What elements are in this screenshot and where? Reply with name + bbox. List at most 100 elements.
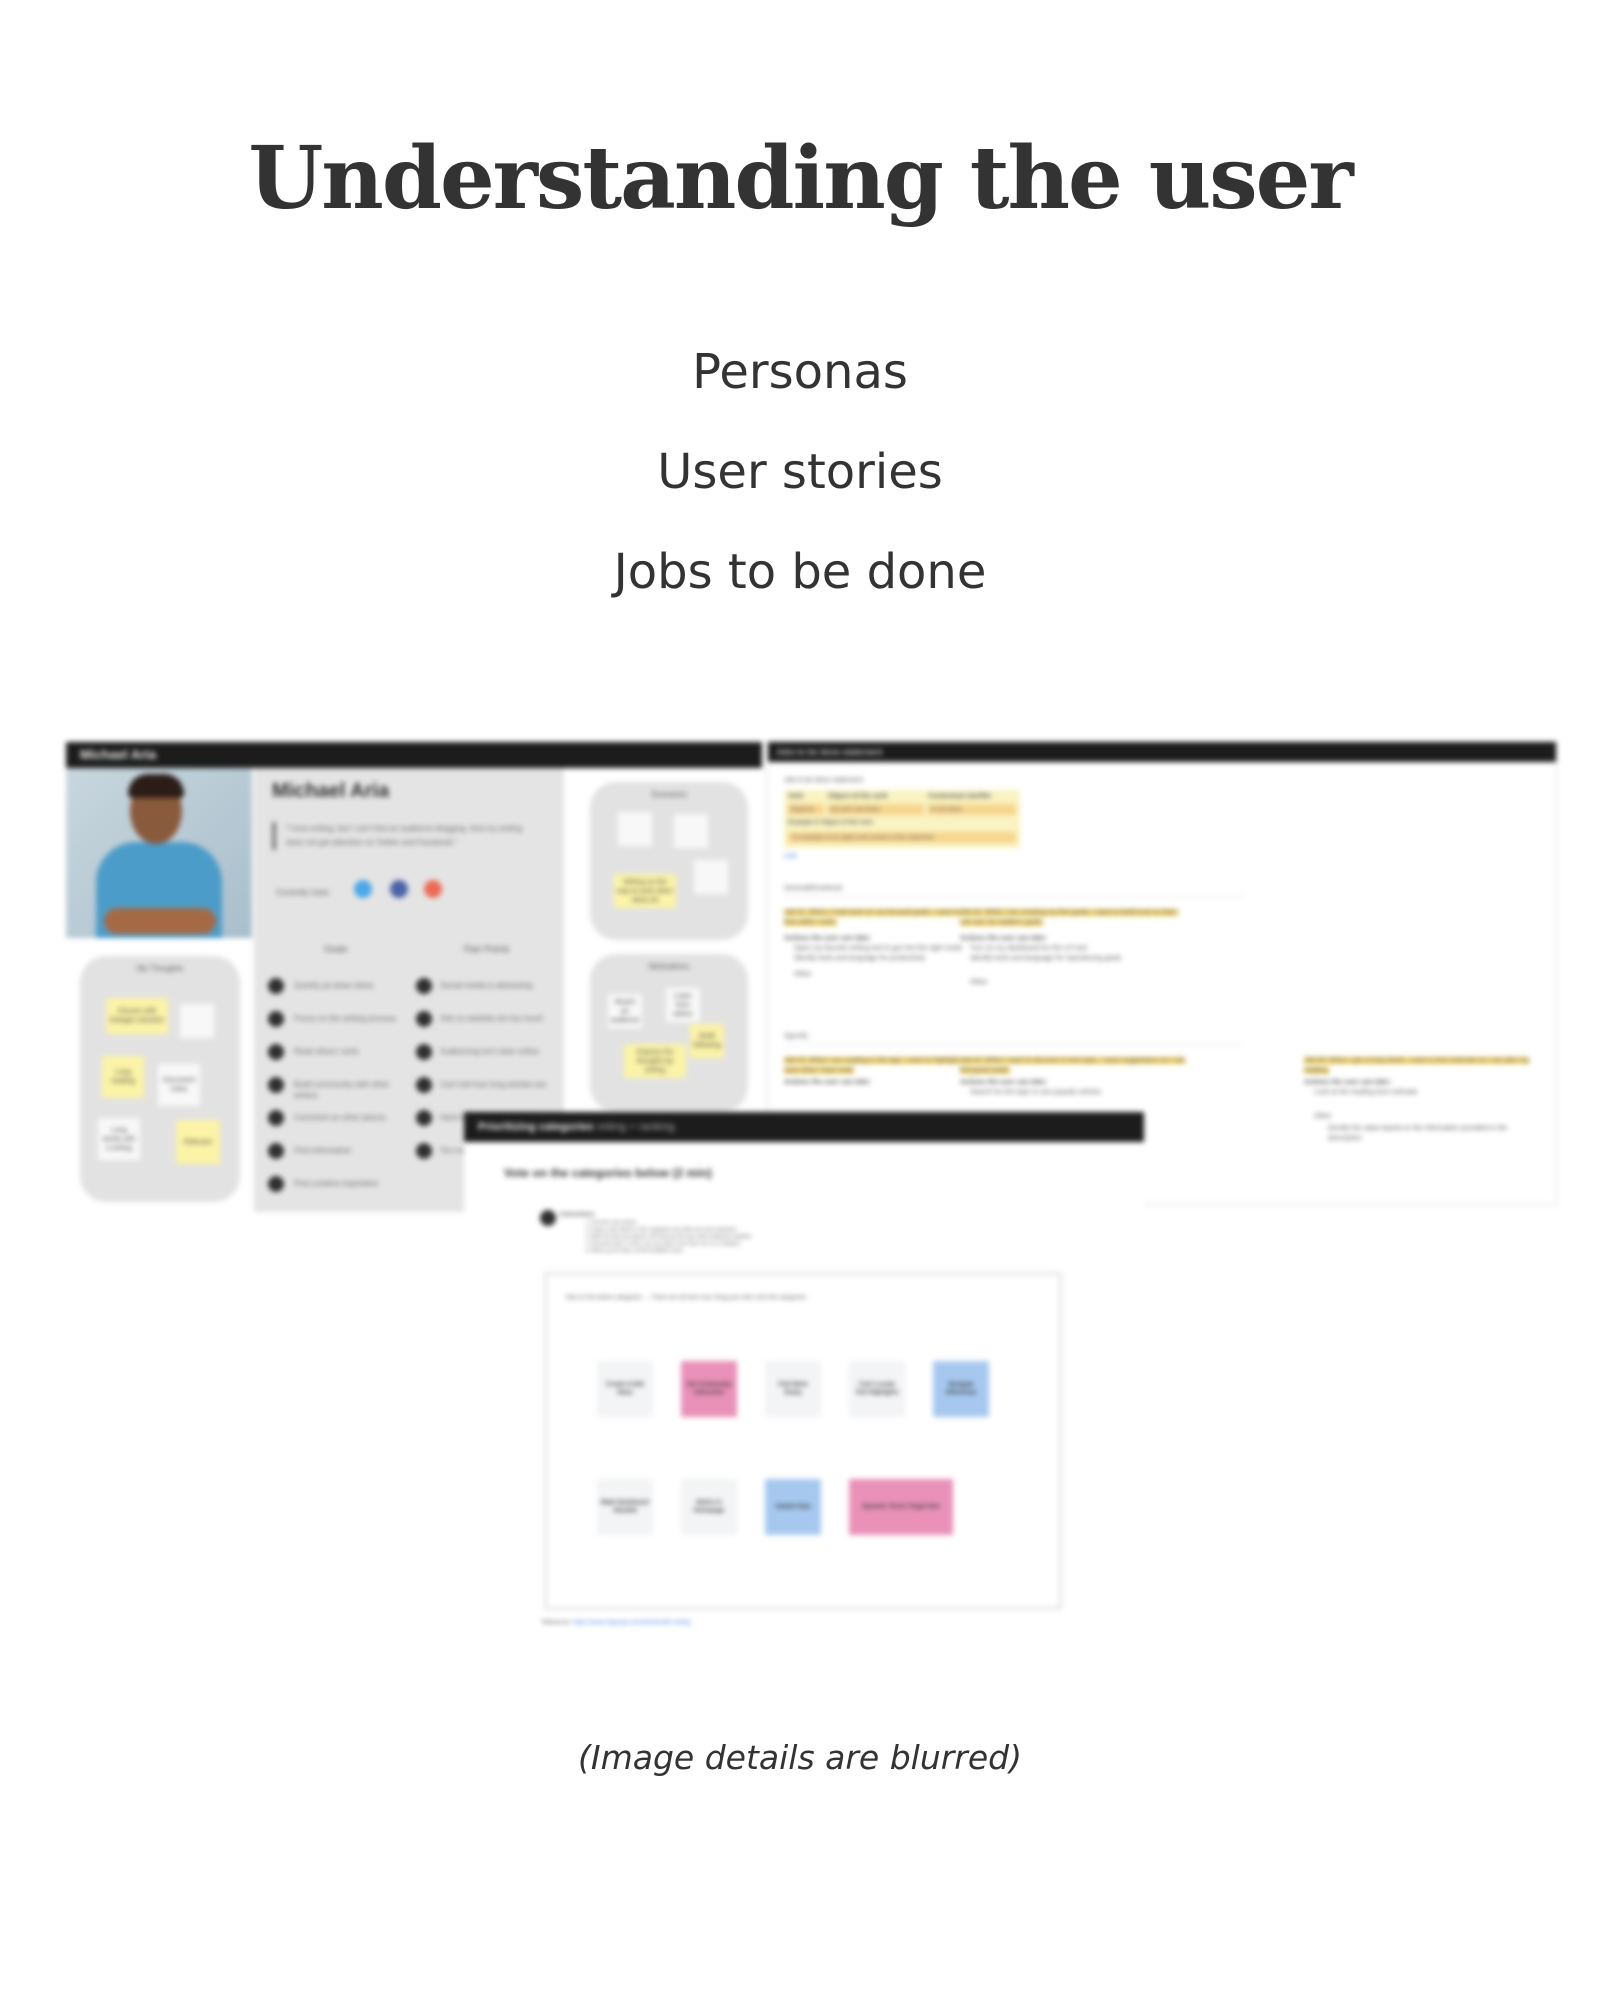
group-scenarios: Scenarios Writing on the way to work whe…: [590, 782, 748, 940]
goal-bullet: [268, 1176, 284, 1192]
category-card[interactable]: Dynamic Touch Target Size: [849, 1479, 953, 1535]
table-cell: Organize: [790, 807, 815, 813]
goal-bullet: [268, 978, 284, 994]
pain-point-bullet: [416, 1110, 432, 1126]
sticky-note: [674, 814, 708, 848]
actions-label: Actions the user can take:: [784, 935, 872, 942]
actions-label: Actions the user can take:: [1304, 1079, 1392, 1086]
section-general: General/Emotional: [784, 885, 842, 892]
twitter-icon: [354, 880, 372, 898]
topic-personas: Personas: [692, 344, 908, 400]
pain-point-item: Ads on website are too much: [440, 1014, 544, 1023]
prioritizing-title: Vote on the categories below (2 min): [504, 1166, 712, 1180]
prioritizing-screenshot: Prioritizing categories voting + ranking…: [464, 1112, 1144, 1642]
reference-link[interactable]: https://www.nngroup.com/articles/dot-vot…: [573, 1620, 691, 1626]
action-item: Look at the reading time estimate: [1314, 1089, 1418, 1096]
reference-label: Reference:: [542, 1620, 572, 1626]
sticky-note: Express his thoughts by writing: [624, 1044, 686, 1078]
persona-header: Michael Aria: [66, 742, 762, 768]
goal-item: Quickly jot down ideas: [294, 981, 374, 990]
instruction-item: 4. Everyone gets 3 votes; you can place …: [586, 1241, 740, 1247]
persona-photo: [66, 768, 252, 938]
group-my-thoughts: My Thoughts Chosen with tinkages storyli…: [80, 956, 240, 1202]
blur-caption: (Image details are blurred): [577, 1738, 1023, 1777]
facebook-icon: [390, 880, 408, 898]
jtbd-link[interactable]: Link: [784, 852, 797, 862]
topic-user-stories: User stories: [657, 444, 943, 500]
goal-bullet: [268, 1077, 284, 1093]
sticky-note: Long reading: [102, 1056, 144, 1098]
prioritizing-header: Prioritizing categories voting + ranking: [464, 1112, 1144, 1142]
pain-point-bullet: [416, 1143, 432, 1159]
sticky-note: Reach an audience: [608, 994, 642, 1028]
pain-point-bullet: [416, 978, 432, 994]
general-job-2: Job #2: When I am creating my first goal…: [960, 909, 1179, 926]
table-header: Verb: [788, 793, 804, 800]
jtbd-statement-table: Verb Object of the verb Contextual clari…: [784, 790, 1020, 848]
goal-bullet: [268, 1011, 284, 1027]
table-header: Object of the verb: [828, 793, 888, 800]
category-card[interactable]: Find Work Easily: [765, 1361, 821, 1417]
page-title: Understanding the user: [248, 128, 1353, 229]
pain-point-item: Social media is distracting: [440, 981, 533, 990]
table-cell: my work and ideas: [830, 807, 881, 813]
goal-item: Build community with other writers: [294, 1080, 390, 1100]
pain-points-heading: Pain Points: [464, 944, 510, 954]
action-item: Other: [794, 971, 812, 978]
sticky-note: Chosen with tinkages storyline: [106, 998, 168, 1034]
persona-name: Michael Aria: [272, 780, 390, 802]
sticky-note: Long words with a writing: [98, 1118, 140, 1160]
group-title: Scenarios: [651, 790, 687, 799]
group-title: My Thoughts: [136, 964, 184, 973]
actions-label: Actions the user can take:: [784, 1079, 872, 1086]
category-card[interactable]: Can't Locate Text Highlights: [849, 1361, 905, 1417]
topic-jobs-to-be-done: Jobs to be done: [613, 544, 987, 600]
goal-item: Find creative inspiration: [294, 1179, 379, 1188]
goal-item: Focus on the writing process: [294, 1014, 396, 1023]
reddit-icon: [424, 880, 442, 898]
example-text: An example of an object and context of t…: [792, 835, 934, 841]
sticky-note: Document notes: [158, 1064, 200, 1106]
instruction-item: 5. When you're done, let the facilitator…: [586, 1248, 683, 1254]
goal-item: Comment on other pieces: [294, 1113, 386, 1122]
action-item: Other: [970, 979, 988, 986]
instruction-item: 3. After all votes are placed, we'll dis…: [586, 1234, 752, 1240]
action-item: Decide the value based on the informatio…: [1328, 1125, 1508, 1142]
voting-board: Vote on the below categories → There are…: [544, 1272, 1062, 1610]
goal-bullet: [268, 1143, 284, 1159]
action-item: Search for the topic to see popular arti…: [970, 1089, 1102, 1096]
category-card[interactable]: Make Dashboard Valuable: [597, 1479, 653, 1535]
sticky-note: [180, 1004, 214, 1038]
goal-bullet: [268, 1110, 284, 1126]
jtbd-header: Jobs to be done statement: [768, 742, 1556, 762]
goal-bullet: [268, 1044, 284, 1060]
pain-point-bullet: [416, 1077, 432, 1093]
persona-quote: "I love writing, but I can't find an aud…: [272, 822, 536, 850]
action-item: Other: [1314, 1113, 1332, 1120]
category-card[interactable]: Notice in Homepage: [681, 1479, 737, 1535]
reference: Reference: https://www.nngroup.com/artic…: [542, 1620, 691, 1626]
group-motivations: Motivations Reach an audience Learn from…: [590, 954, 748, 1112]
instructions-bullet: [540, 1210, 556, 1226]
currently-uses-label: Currently Uses: [276, 888, 329, 897]
prioritizing-header-title: Prioritizing categories: [478, 1121, 594, 1133]
actions-label: Actions the user can take:: [960, 1079, 1048, 1086]
pain-point-item: Audiencing isn't clear online: [440, 1047, 539, 1056]
prioritizing-header-sub: voting + ranking: [596, 1121, 675, 1133]
category-card[interactable]: Get Community Interaction: [681, 1361, 737, 1417]
pain-point-bullet: [416, 1011, 432, 1027]
pain-point-item: Can't tell how long articles are: [440, 1080, 547, 1089]
category-card[interactable]: Create & Edit Ideas: [597, 1361, 653, 1417]
sticky-note: Learn from others: [666, 988, 700, 1022]
instructions-label: Instructions: [560, 1212, 595, 1218]
pain-point-bullet: [416, 1044, 432, 1060]
example-label: Example in Object of the verb: [788, 820, 873, 826]
jtbd-intro: Job to be done statement: [784, 777, 863, 784]
sticky-note: Writing on the way to work when ideas hi…: [614, 874, 676, 908]
table-cell: in one place: [930, 807, 963, 813]
instruction-item: 1. Find the vote sticker: [586, 1220, 637, 1226]
action-item: Identify tools and language for reproduc…: [970, 955, 1122, 962]
goals-heading: Goals: [324, 944, 348, 954]
category-card[interactable]: Update Data: [765, 1479, 821, 1535]
category-card[interactable]: Navigate Effectively: [933, 1361, 989, 1417]
